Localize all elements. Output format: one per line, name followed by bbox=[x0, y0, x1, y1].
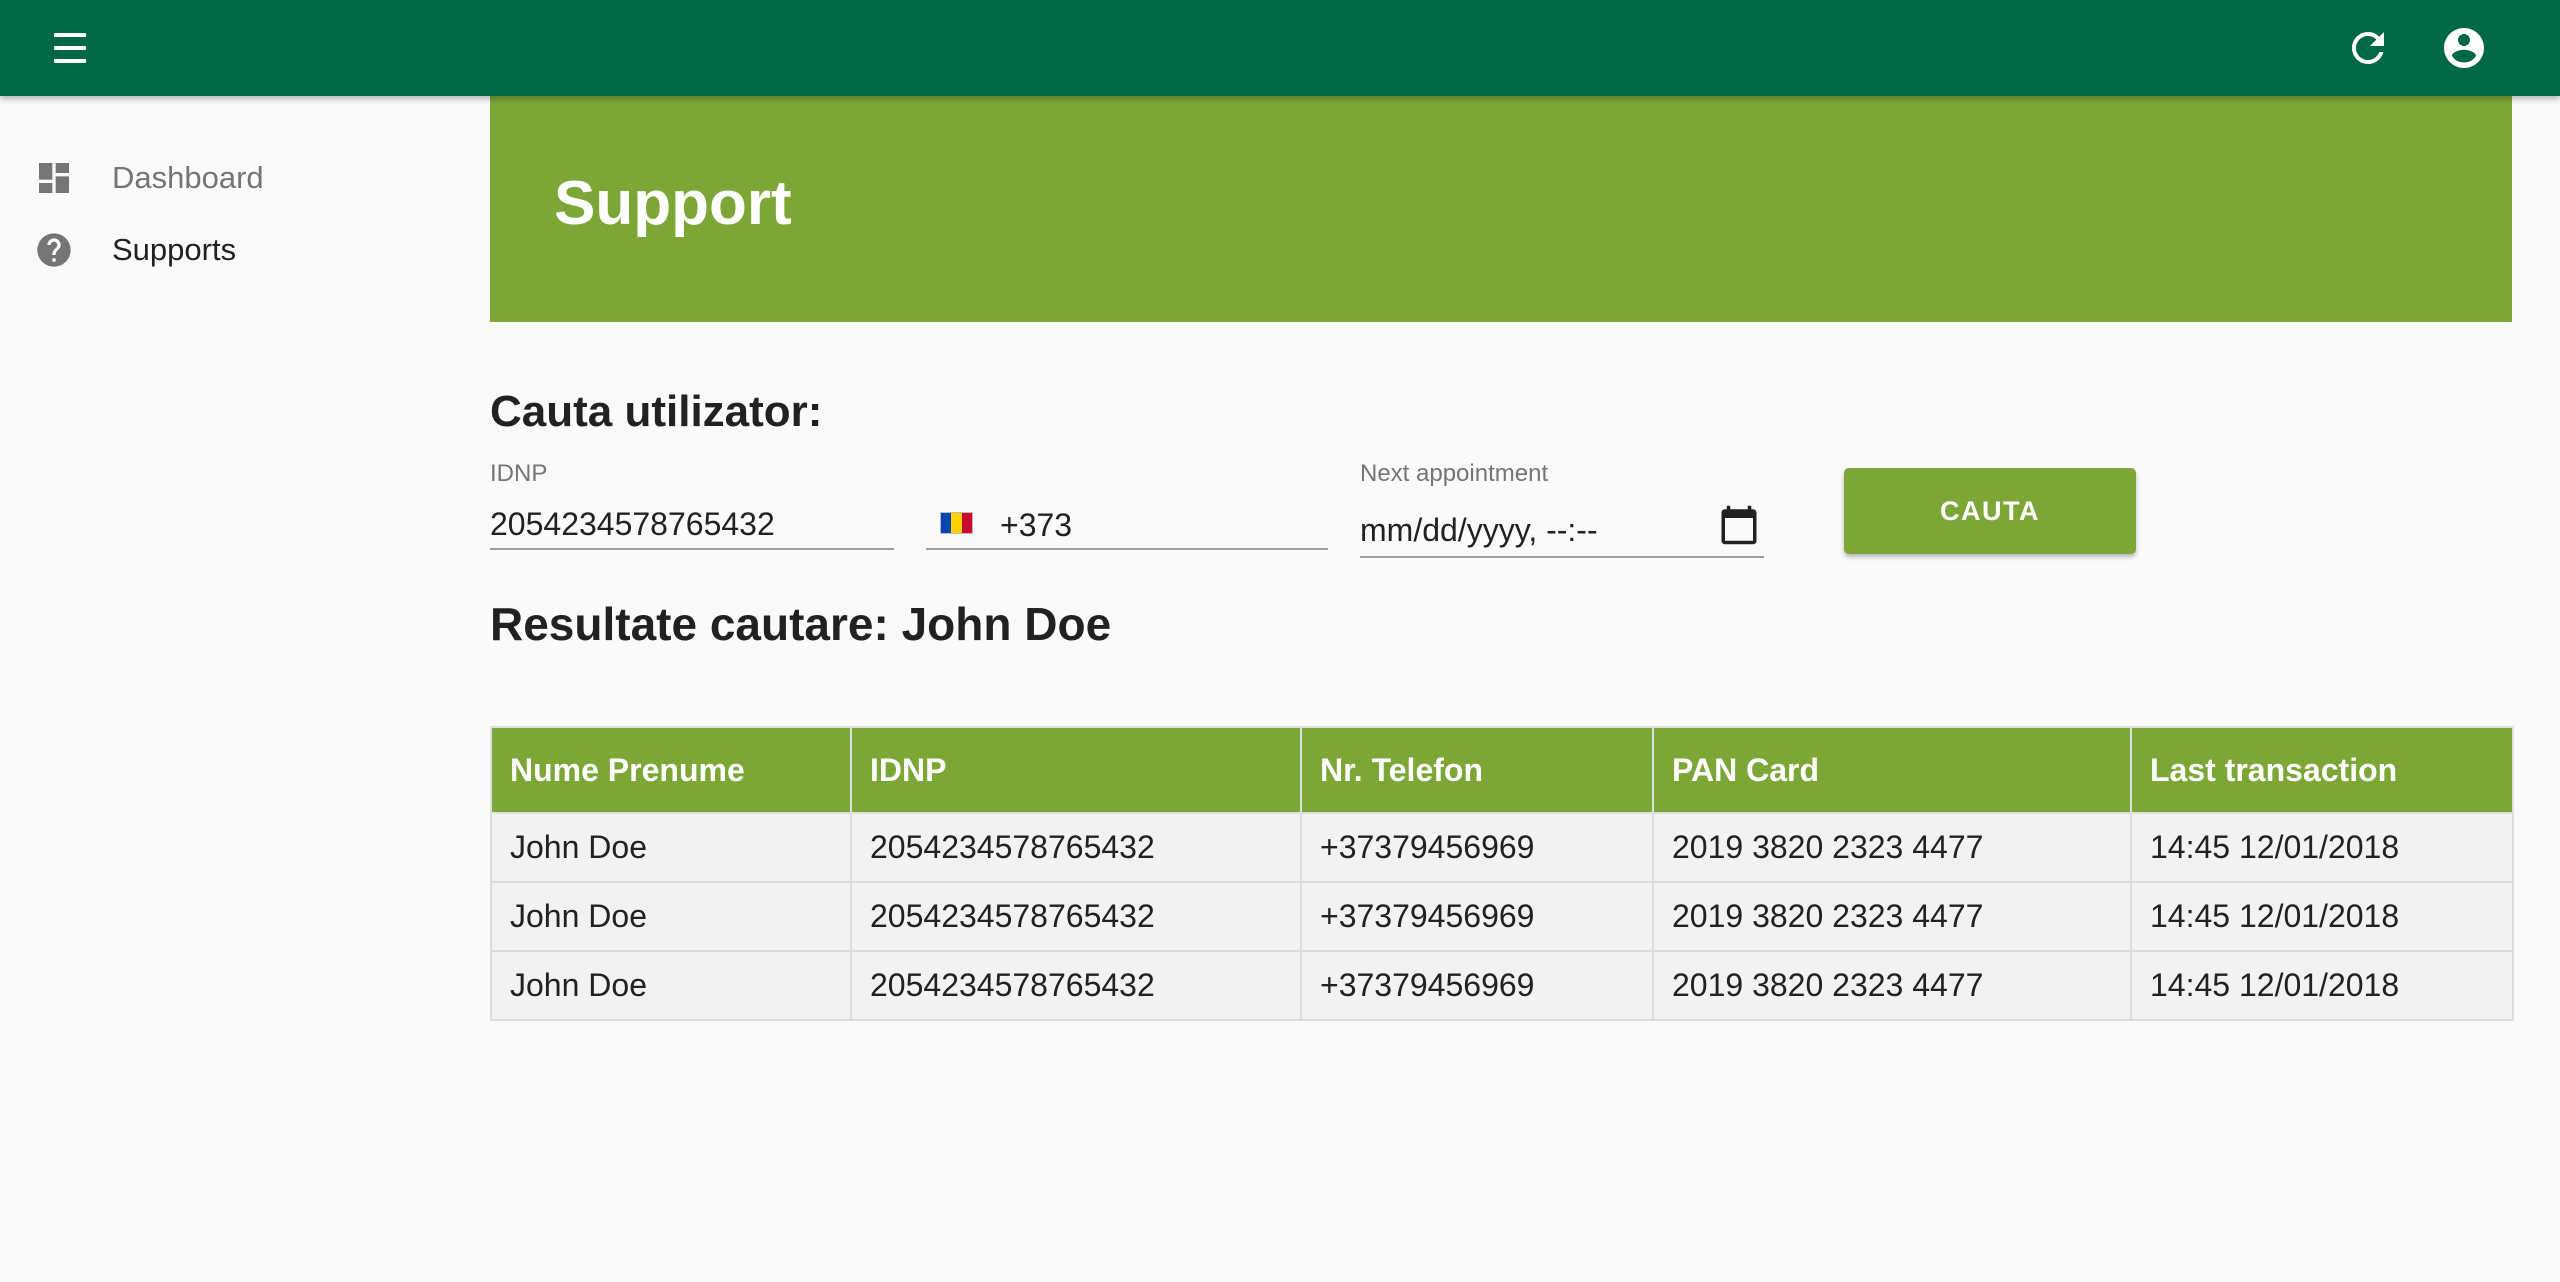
phone-input[interactable]: +373 bbox=[1000, 500, 1072, 550]
column-header: Last transaction bbox=[2130, 726, 2514, 814]
cell-name: John Doe bbox=[490, 812, 852, 883]
search-button[interactable]: CAUTA bbox=[1844, 468, 2136, 554]
page-banner: Support bbox=[490, 96, 2512, 322]
cell-name: John Doe bbox=[490, 881, 852, 952]
column-header: PAN Card bbox=[1652, 726, 2132, 814]
idnp-input[interactable] bbox=[490, 500, 894, 550]
cell-name: John Doe bbox=[490, 950, 852, 1021]
sidebar-item-dashboard[interactable]: Dashboard bbox=[0, 142, 460, 214]
cell-idnp: 2054234578765432 bbox=[850, 950, 1302, 1021]
table-row[interactable]: John Doe 2054234578765432 +37379456969 2… bbox=[490, 950, 2514, 1021]
idnp-field: IDNP bbox=[490, 456, 894, 556]
results-table: Nume Prenume IDNP Nr. Telefon PAN Card L… bbox=[490, 726, 2514, 1021]
cell-last-transaction: 14:45 12/01/2018 bbox=[2130, 881, 2514, 952]
dashboard-icon bbox=[34, 158, 74, 198]
sidebar: Dashboard Supports bbox=[0, 96, 460, 1282]
cell-idnp: 2054234578765432 bbox=[850, 812, 1302, 883]
menu-icon[interactable] bbox=[48, 27, 92, 69]
page-title: Support bbox=[554, 169, 792, 238]
account-circle-icon[interactable] bbox=[2440, 24, 2488, 72]
table-header-row: Nume Prenume IDNP Nr. Telefon PAN Card L… bbox=[490, 726, 2514, 814]
cell-idnp: 2054234578765432 bbox=[850, 881, 1302, 952]
table-row[interactable]: John Doe 2054234578765432 +37379456969 2… bbox=[490, 881, 2514, 952]
phone-underline bbox=[926, 548, 1328, 550]
appointment-input[interactable]: mm/dd/yyyy, --:-- bbox=[1360, 500, 1598, 560]
appointment-label: Next appointment bbox=[1360, 460, 1549, 487]
cell-pan-card: 2019 3820 2323 4477 bbox=[1652, 812, 2132, 883]
app-bar bbox=[0, 0, 2560, 96]
cell-pan-card: 2019 3820 2323 4477 bbox=[1652, 881, 2132, 952]
refresh-icon[interactable] bbox=[2344, 24, 2392, 72]
sidebar-item-supports[interactable]: Supports bbox=[0, 214, 460, 286]
column-header: IDNP bbox=[850, 726, 1302, 814]
cell-last-transaction: 14:45 12/01/2018 bbox=[2130, 950, 2514, 1021]
moldova-flag-icon[interactable] bbox=[940, 512, 973, 534]
search-section-title: Cauta utilizator: bbox=[490, 387, 823, 436]
idnp-label: IDNP bbox=[490, 460, 548, 487]
results-title: Resultate cautare: John Doe bbox=[490, 598, 1112, 650]
sidebar-item-label: Dashboard bbox=[112, 160, 264, 195]
appointment-field: Next appointment mm/dd/yyyy, --:-- bbox=[1360, 456, 1764, 558]
cell-phone: +37379456969 bbox=[1300, 950, 1654, 1021]
column-header: Nume Prenume bbox=[490, 726, 852, 814]
cell-last-transaction: 14:45 12/01/2018 bbox=[2130, 812, 2514, 883]
cell-phone: +37379456969 bbox=[1300, 812, 1654, 883]
sidebar-item-label: Supports bbox=[112, 232, 237, 267]
column-header: Nr. Telefon bbox=[1300, 726, 1654, 814]
calendar-icon[interactable] bbox=[1718, 504, 1760, 546]
help-circle-icon bbox=[34, 230, 74, 270]
table-row[interactable]: John Doe 2054234578765432 +37379456969 2… bbox=[490, 812, 2514, 883]
cell-pan-card: 2019 3820 2323 4477 bbox=[1652, 950, 2132, 1021]
phone-field[interactable]: +373 bbox=[926, 456, 1328, 556]
cell-phone: +37379456969 bbox=[1300, 881, 1654, 952]
appointment-underline bbox=[1360, 556, 1764, 558]
